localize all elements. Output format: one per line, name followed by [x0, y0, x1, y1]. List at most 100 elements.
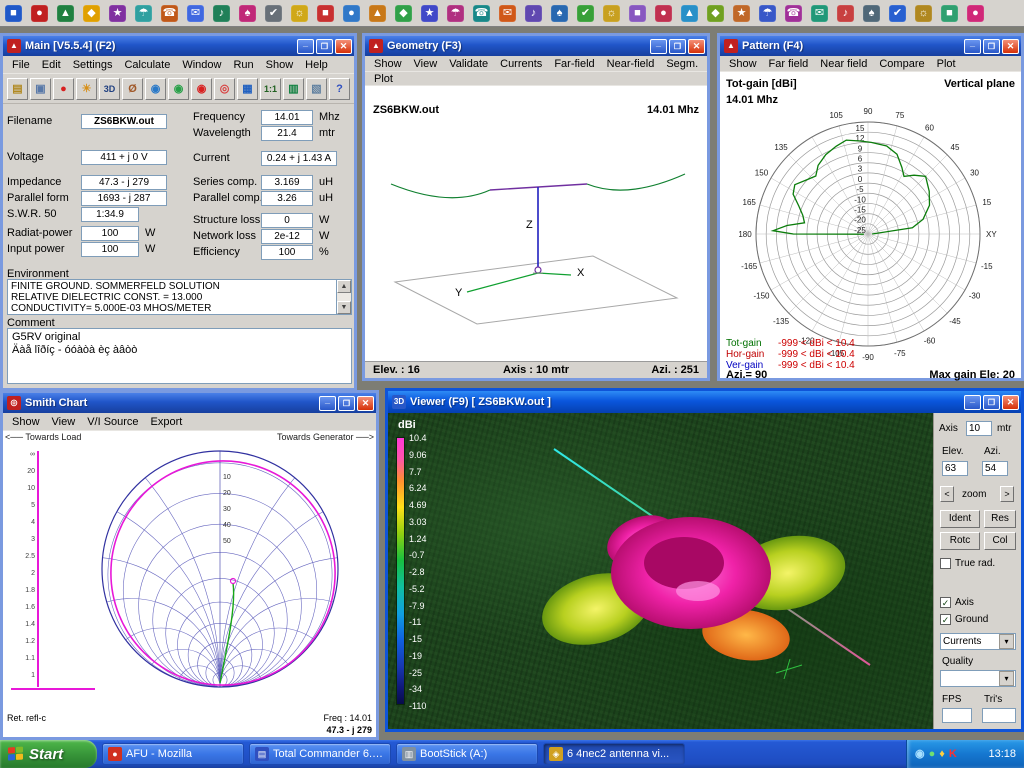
- elevation-input[interactable]: [942, 461, 968, 476]
- comment-box[interactable]: G5RV originalÄàå lîðíç - óóàòà èç àâòò: [7, 328, 352, 384]
- menu-show[interactable]: Show: [260, 57, 300, 73]
- launcher-icon[interactable]: ♠: [863, 5, 880, 22]
- tray-icon[interactable]: ◉: [915, 747, 925, 761]
- maximize-button[interactable]: [316, 39, 333, 54]
- titlebar-pattern[interactable]: ▲ Pattern (F4): [720, 36, 1021, 56]
- azimuth-input[interactable]: [982, 461, 1008, 476]
- grid-icon[interactable]: ▦: [237, 78, 258, 100]
- close-button[interactable]: [335, 39, 352, 54]
- field-value[interactable]: 3.169: [261, 175, 313, 190]
- axis-input[interactable]: [966, 421, 992, 436]
- taskbar-task-button[interactable]: ▤Total Commander 6.5...: [249, 743, 391, 765]
- tray-icon[interactable]: ●: [929, 747, 936, 761]
- start-button[interactable]: Start: [0, 740, 97, 768]
- new-file-icon[interactable]: ▤: [7, 78, 28, 100]
- minimize-button[interactable]: [964, 395, 981, 410]
- launcher-icon[interactable]: ☎: [161, 5, 178, 22]
- titlebar-smith[interactable]: ◎ Smith Chart: [3, 393, 376, 413]
- field-value[interactable]: 21.4: [261, 126, 313, 141]
- launcher-icon[interactable]: ♠: [551, 5, 568, 22]
- minimize-button[interactable]: [319, 396, 336, 411]
- launcher-icon[interactable]: ●: [343, 5, 360, 22]
- scroll-down-icon[interactable]: ▼: [337, 301, 351, 314]
- restore-button[interactable]: [983, 395, 1000, 410]
- rotc-button[interactable]: Rotc: [940, 532, 980, 550]
- launcher-icon[interactable]: ●: [655, 5, 672, 22]
- menu-export[interactable]: Export: [145, 414, 189, 430]
- field-value[interactable]: 100: [81, 242, 139, 257]
- menu-far-field[interactable]: Far-field: [548, 56, 600, 72]
- viewport-3d[interactable]: dBi 10.49.067.76.244.693.031.24-0.7-2.: [388, 413, 933, 729]
- launcher-icon[interactable]: ★: [733, 5, 750, 22]
- maximize-button[interactable]: [338, 396, 355, 411]
- 3d-view-icon[interactable]: 3D: [99, 78, 120, 100]
- zoom-out-button[interactable]: <: [940, 486, 954, 502]
- quality-dropdown[interactable]: [940, 670, 1016, 687]
- menu-plot[interactable]: Plot: [931, 56, 962, 72]
- menu-currents[interactable]: Currents: [494, 56, 548, 72]
- currents-dropdown[interactable]: Currents: [940, 633, 1016, 650]
- axis-checkbox[interactable]: [940, 597, 951, 608]
- menu-view[interactable]: View: [46, 414, 82, 430]
- menu-show[interactable]: Show: [6, 414, 46, 430]
- launcher-icon[interactable]: ♪: [525, 5, 542, 22]
- launcher-icon[interactable]: ◆: [395, 5, 412, 22]
- near-field-icon[interactable]: ◉: [168, 78, 189, 100]
- taskbar-task-button[interactable]: ●AFU - Mozilla: [102, 743, 244, 765]
- tray-icon[interactable]: K: [949, 747, 957, 761]
- field-value[interactable]: 1693 - j 287: [81, 191, 167, 206]
- launcher-icon[interactable]: ●: [31, 5, 48, 22]
- smith-chart-area[interactable]: <── Towards Load Towards Generator ──> ∞…: [3, 431, 376, 737]
- titlebar-geometry[interactable]: ▲ Geometry (F3): [365, 36, 707, 56]
- menu-run[interactable]: Run: [227, 57, 259, 73]
- launcher-icon[interactable]: ★: [109, 5, 126, 22]
- scroll-up-icon[interactable]: ▲: [337, 280, 351, 293]
- menu-near-field[interactable]: Near field: [814, 56, 873, 72]
- taskbar-task-button[interactable]: ▥BootStick (A:): [396, 743, 538, 765]
- menu-vi-source[interactable]: V/I Source: [81, 414, 144, 430]
- field-value[interactable]: ZS6BKW.out: [81, 114, 167, 129]
- scale-1-1-icon[interactable]: 1:1: [260, 78, 281, 100]
- launcher-icon[interactable]: ★: [421, 5, 438, 22]
- environment-scrollbar[interactable]: ▲ ▼: [336, 280, 351, 314]
- launcher-icon[interactable]: ▲: [681, 5, 698, 22]
- col-button[interactable]: Col: [984, 532, 1016, 550]
- field-value[interactable]: 47.3 - j 279: [81, 175, 167, 190]
- launcher-icon[interactable]: ●: [967, 5, 984, 22]
- launcher-icon[interactable]: ◆: [707, 5, 724, 22]
- launcher-icon[interactable]: ☎: [473, 5, 490, 22]
- menu-calculate[interactable]: Calculate: [118, 57, 176, 73]
- field-value[interactable]: 3.26: [261, 191, 313, 206]
- launcher-icon[interactable]: ♪: [837, 5, 854, 22]
- close-button[interactable]: [1002, 39, 1019, 54]
- field-value[interactable]: 14.01: [261, 110, 313, 125]
- help-icon[interactable]: ?: [329, 78, 350, 100]
- launcher-icon[interactable]: ■: [5, 5, 22, 22]
- ground-checkbox[interactable]: [940, 614, 951, 625]
- launcher-icon[interactable]: ♪: [213, 5, 230, 22]
- launcher-icon[interactable]: ☼: [603, 5, 620, 22]
- calculate-icon[interactable]: ☀: [76, 78, 97, 100]
- field-value[interactable]: 411 + j 0 V: [81, 150, 167, 165]
- menu-plot[interactable]: Plot: [368, 71, 399, 87]
- launcher-icon[interactable]: ◆: [83, 5, 100, 22]
- launcher-icon[interactable]: ☂: [759, 5, 776, 22]
- menu-near-field[interactable]: Near-field: [601, 56, 661, 72]
- launcher-icon[interactable]: ✔: [577, 5, 594, 22]
- launcher-icon[interactable]: ■: [629, 5, 646, 22]
- minimize-button[interactable]: [297, 39, 314, 54]
- run-icon[interactable]: ●: [53, 78, 74, 100]
- notes-icon[interactable]: ▧: [306, 78, 327, 100]
- launcher-icon[interactable]: ✔: [265, 5, 282, 22]
- launcher-icon[interactable]: ✔: [889, 5, 906, 22]
- stop-icon[interactable]: ◉: [191, 78, 212, 100]
- pattern-plot-area[interactable]: Tot-gain [dBi] Vertical plane 14.01 Mhz …: [720, 72, 1021, 378]
- close-button[interactable]: [688, 39, 705, 54]
- field-value[interactable]: 100: [261, 245, 313, 260]
- minimize-button[interactable]: [650, 39, 667, 54]
- launcher-icon[interactable]: ✉: [811, 5, 828, 22]
- minimize-button[interactable]: [964, 39, 981, 54]
- launcher-icon[interactable]: ▲: [57, 5, 74, 22]
- field-value[interactable]: 2e-12: [261, 229, 313, 244]
- launcher-icon[interactable]: ☂: [447, 5, 464, 22]
